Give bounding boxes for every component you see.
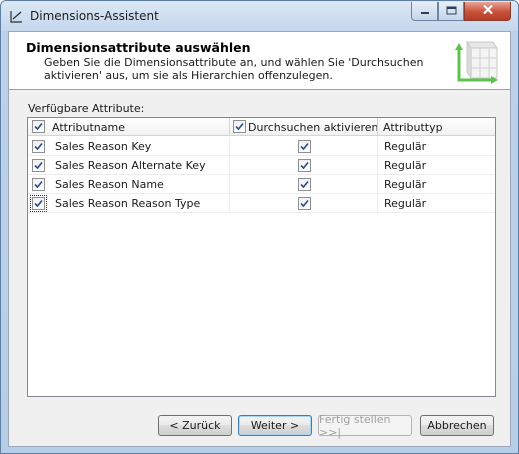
row-select-checkbox[interactable] bbox=[32, 140, 45, 153]
table-row[interactable]: Sales Reason Key Regulär bbox=[28, 137, 495, 156]
table-row[interactable]: Sales Reason Name Regulär bbox=[28, 175, 495, 194]
page-title: Dimensionsattribute auswählen bbox=[26, 40, 251, 55]
attribute-type[interactable]: Regulär bbox=[384, 159, 426, 172]
chart-icon bbox=[10, 10, 23, 23]
row-select-checkbox[interactable] bbox=[32, 159, 45, 172]
next-button[interactable]: Weiter > bbox=[238, 415, 312, 436]
maximize-button[interactable] bbox=[438, 2, 464, 21]
attribute-name: Sales Reason Key bbox=[55, 140, 152, 153]
column-header-name[interactable]: Attributname bbox=[52, 121, 125, 134]
attribute-name: Sales Reason Alternate Key bbox=[55, 159, 206, 172]
select-all-checkbox[interactable] bbox=[32, 120, 45, 133]
minimize-icon bbox=[420, 5, 430, 18]
table-row[interactable]: Sales Reason Alternate Key Regulär bbox=[28, 156, 495, 175]
available-attributes-label: Verfügbare Attribute: bbox=[28, 102, 145, 115]
window-title: Dimensions-Assistent bbox=[30, 9, 159, 23]
grid-header: Attributname Durchsuchen aktivieren Attr… bbox=[28, 118, 495, 136]
title-bar[interactable]: Dimensions-Assistent bbox=[1, 1, 518, 31]
wizard-window: Dimensions-Assistent Dimensionsattribute… bbox=[0, 0, 519, 454]
column-header-browse[interactable]: Durchsuchen aktivieren bbox=[248, 121, 379, 134]
browse-all-checkbox[interactable] bbox=[233, 120, 246, 133]
attribute-name: Sales Reason Name bbox=[55, 178, 164, 191]
finish-button[interactable]: Fertig stellen >>| bbox=[318, 413, 412, 439]
table-row[interactable]: Sales Reason Reason Type Regulär bbox=[28, 194, 495, 213]
close-icon bbox=[482, 4, 494, 18]
column-header-type[interactable]: Attributtyp bbox=[383, 121, 443, 134]
browse-checkbox[interactable] bbox=[298, 140, 311, 153]
browse-checkbox[interactable] bbox=[298, 159, 311, 172]
row-select-checkbox[interactable] bbox=[30, 195, 47, 212]
close-button[interactable] bbox=[464, 2, 511, 21]
page-description: Geben Sie die Dimensionsattribute an, un… bbox=[44, 56, 424, 82]
dimension-cube-icon bbox=[453, 38, 501, 86]
browse-checkbox[interactable] bbox=[298, 178, 311, 191]
maximize-icon bbox=[446, 5, 457, 18]
attribute-type[interactable]: Regulär bbox=[384, 178, 426, 191]
attribute-type[interactable]: Regulär bbox=[384, 140, 426, 153]
minimize-button[interactable] bbox=[411, 2, 438, 21]
back-button[interactable]: < Zurück bbox=[158, 415, 232, 436]
row-select-checkbox[interactable] bbox=[32, 178, 45, 191]
attribute-type[interactable]: Regulär bbox=[384, 197, 426, 210]
wizard-client: Dimensionsattribute auswählen Geben Sie … bbox=[8, 31, 511, 447]
attributes-grid: Attributname Durchsuchen aktivieren Attr… bbox=[27, 117, 496, 397]
wizard-header: Dimensionsattribute auswählen Geben Sie … bbox=[9, 32, 510, 90]
attribute-name: Sales Reason Reason Type bbox=[55, 197, 201, 210]
cancel-button[interactable]: Abbrechen bbox=[420, 415, 494, 436]
browse-checkbox[interactable] bbox=[298, 197, 311, 210]
